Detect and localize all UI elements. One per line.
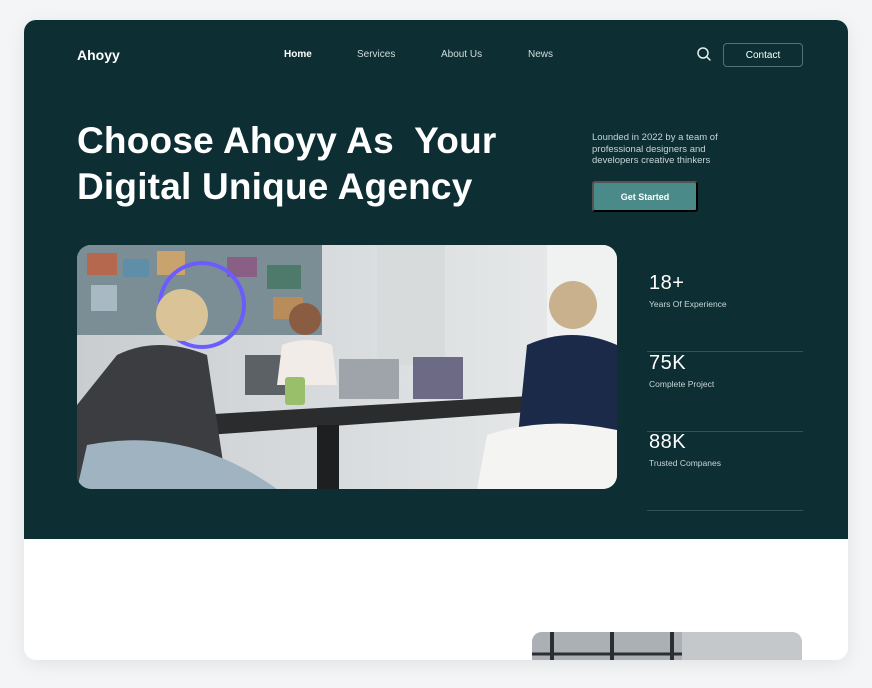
get-started-button[interactable]: Get Started xyxy=(592,181,698,212)
search-icon[interactable] xyxy=(696,46,712,62)
hero-tagline: Lounded in 2022 by a team of professiona… xyxy=(592,132,718,166)
headline-line-2: Digital Unique Agency xyxy=(77,166,473,207)
stat-value: 88K xyxy=(649,431,687,453)
nav-home[interactable]: Home xyxy=(284,49,312,60)
nav-news[interactable]: News xyxy=(528,49,553,60)
stat-value: 75K xyxy=(649,352,687,374)
team-meeting-photo xyxy=(77,245,617,489)
landing-page-card: Ahoyy Home Services About Us News Contac… xyxy=(24,20,848,660)
section-preview-image xyxy=(532,632,802,660)
nav-about-us[interactable]: About Us xyxy=(441,49,482,60)
hero-headline: Choose Ahoyy As Your Digital Unique Agen… xyxy=(77,118,557,210)
headline-line-1: Choose Ahoyy As Your xyxy=(77,120,497,161)
stat-value: 18+ xyxy=(649,272,685,294)
nav-services[interactable]: Services xyxy=(357,49,395,60)
stat-label: Complete Project xyxy=(649,379,715,389)
stat-projects: 75K Complete Project xyxy=(647,352,803,432)
contact-button[interactable]: Contact xyxy=(723,43,803,67)
stat-companies: 88K Trusted Companes xyxy=(647,431,803,511)
stat-years: 18+ Years Of Experience xyxy=(647,272,803,352)
hero-section: Ahoyy Home Services About Us News Contac… xyxy=(24,20,848,539)
stat-label: Trusted Companes xyxy=(649,458,721,468)
stat-label: Years Of Experience xyxy=(649,299,727,309)
